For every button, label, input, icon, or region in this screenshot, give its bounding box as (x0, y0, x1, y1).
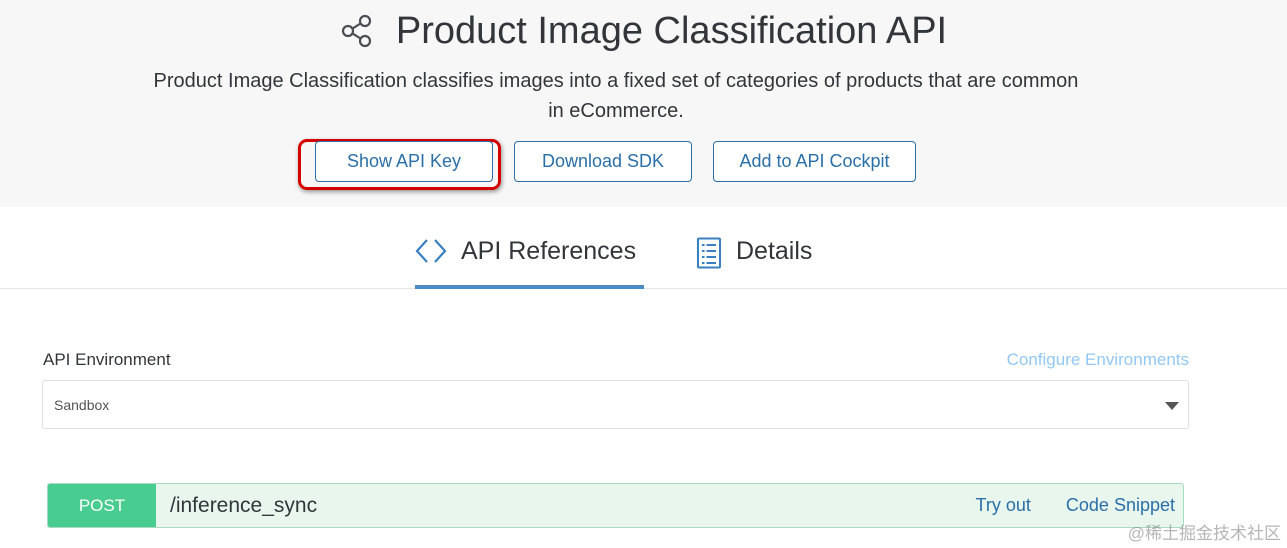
add-to-api-cockpit-button[interactable]: Add to API Cockpit (713, 141, 916, 182)
tab-bar: API References Details (0, 207, 1287, 289)
show-api-key-button[interactable]: Show API Key (315, 141, 493, 182)
endpoint-row[interactable]: POST /inference_sync Try out Code Snippe… (47, 483, 1184, 528)
document-icon (696, 237, 722, 276)
code-icon (415, 237, 447, 272)
method-badge: POST (48, 484, 156, 527)
watermark: @稀土掘金技术社区 (1127, 524, 1281, 543)
environment-selected-value: Sandbox (54, 396, 110, 413)
tab-api-references[interactable]: API References (415, 231, 644, 289)
api-description: Product Image Classification classifies … (153, 70, 1079, 122)
chevron-down-icon (1165, 402, 1179, 410)
environment-select[interactable]: Sandbox (42, 380, 1189, 429)
tab-label: API References (461, 237, 637, 265)
tab-details[interactable]: Details (696, 231, 812, 289)
environment-label: API Environment (43, 350, 171, 369)
try-out-link[interactable]: Try out (976, 495, 1031, 516)
endpoint-path: /inference_sync (170, 493, 318, 517)
tab-label: Details (736, 237, 813, 265)
share-icon (340, 14, 374, 48)
api-header: Product Image Classification API Product… (0, 0, 1287, 207)
title-row: Product Image Classification API (0, 8, 1287, 54)
download-sdk-button[interactable]: Download SDK (514, 141, 692, 182)
page-title: Product Image Classification API (395, 10, 948, 52)
code-snippet-link[interactable]: Code Snippet (1066, 495, 1175, 516)
configure-environments-link[interactable]: Configure Environments (1007, 350, 1189, 370)
